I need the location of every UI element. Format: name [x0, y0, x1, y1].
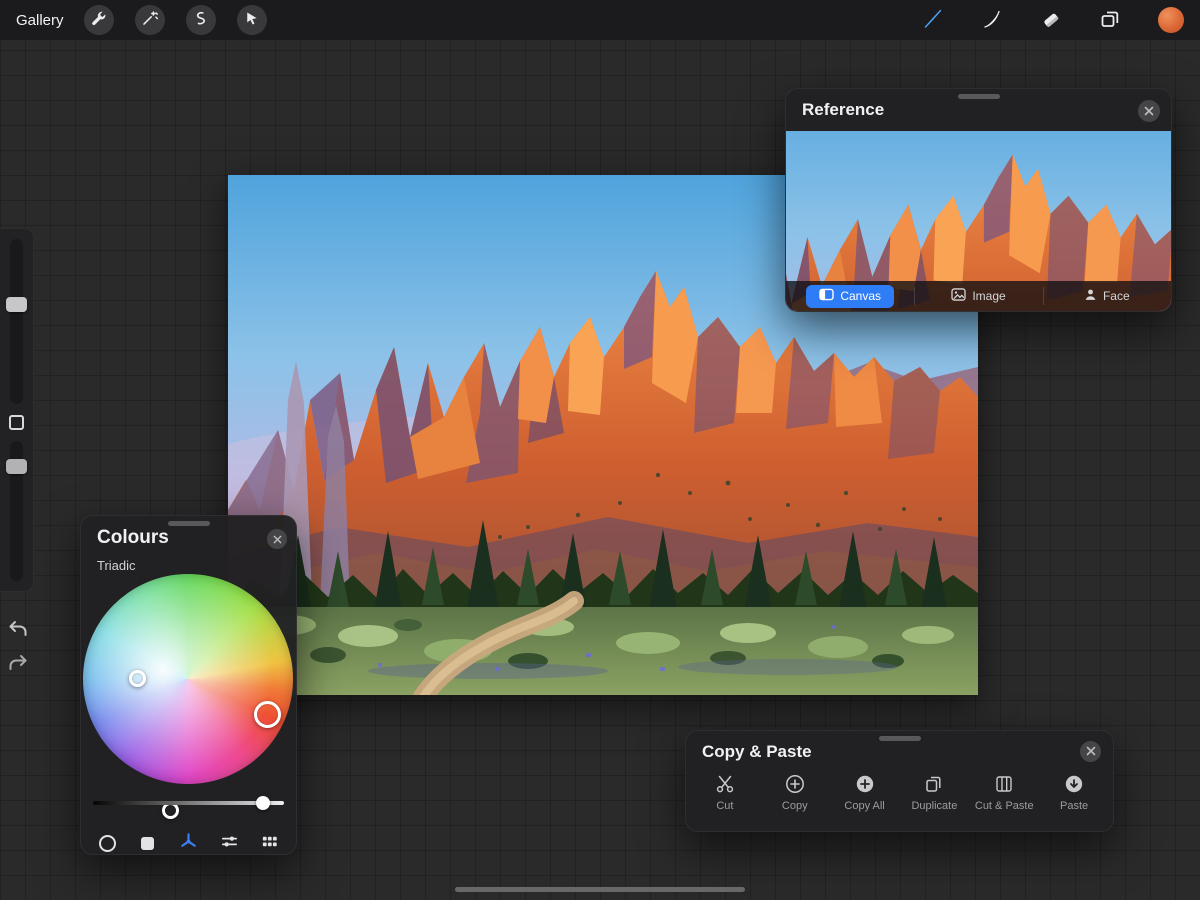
brush-size-slider[interactable] [10, 239, 23, 404]
active-color-swatch [1158, 7, 1184, 33]
copy-all-button[interactable]: Copy All [830, 771, 900, 827]
brush-size-handle[interactable] [6, 297, 27, 312]
harmony-mode-label[interactable]: Triadic [97, 558, 136, 573]
brush-tool-button[interactable] [922, 8, 944, 33]
redo-icon [7, 662, 29, 677]
triadic-color-selector-1[interactable] [129, 670, 146, 687]
copy-all-icon [854, 771, 876, 797]
selection-button[interactable] [186, 5, 216, 35]
cut-label: Cut [716, 800, 733, 812]
copy-paste-panel: Copy & Paste Cut Copy [685, 730, 1114, 832]
selection-s-icon [192, 10, 209, 30]
layers-button[interactable] [1099, 8, 1121, 33]
eraser-tool-button[interactable] [1040, 8, 1062, 33]
close-icon [1086, 744, 1096, 759]
eraser-icon [1040, 8, 1062, 33]
actions-button[interactable] [84, 5, 114, 35]
home-indicator[interactable] [455, 887, 745, 892]
gallery-button[interactable]: Gallery [16, 12, 64, 29]
image-icon [951, 288, 966, 304]
reference-image[interactable]: Canvas Image Face [786, 131, 1171, 311]
brush-icon [922, 8, 944, 33]
color-swatch-button[interactable] [1158, 7, 1184, 33]
smudge-tool-button[interactable] [981, 8, 1003, 33]
undo-button[interactable] [6, 618, 30, 642]
copy-paste-actions: Cut Copy Copy All Duplicate [690, 771, 1109, 827]
copy-paste-title: Copy & Paste [702, 742, 812, 762]
tab-face-label: Face [1103, 289, 1130, 303]
copy-paste-close-button[interactable] [1080, 741, 1101, 762]
scissors-icon [714, 771, 736, 797]
wrench-icon [90, 10, 107, 30]
colours-title: Colours [97, 527, 169, 549]
modify-button[interactable] [9, 415, 24, 430]
duplicate-button[interactable]: Duplicate [899, 771, 969, 827]
color-wheel[interactable] [83, 574, 293, 784]
undo-icon [7, 628, 29, 643]
reference-drag-handle[interactable] [958, 94, 1000, 99]
smudge-icon [981, 8, 1003, 33]
magic-wand-icon [141, 10, 158, 30]
copy-button[interactable]: Copy [760, 771, 830, 827]
cut-and-paste-label: Cut & Paste [975, 800, 1034, 812]
primary-color-selector[interactable] [254, 701, 281, 728]
colours-close-button[interactable] [267, 529, 287, 549]
cut-button[interactable]: Cut [690, 771, 760, 827]
redo-button[interactable] [6, 652, 30, 676]
colours-drag-handle[interactable] [168, 521, 210, 526]
tab-face[interactable]: Face [1043, 281, 1171, 311]
paste-label: Paste [1060, 800, 1088, 812]
reference-title: Reference [802, 100, 884, 120]
mode-value-button[interactable] [216, 830, 242, 856]
transform-arrow-icon [243, 10, 260, 30]
mode-disc-button[interactable] [94, 830, 120, 856]
transform-button[interactable] [237, 5, 267, 35]
mode-palettes-button[interactable] [257, 830, 283, 856]
tab-canvas[interactable]: Canvas [786, 281, 914, 311]
value-sliders-icon [220, 832, 239, 854]
cut-and-paste-button[interactable]: Cut & Paste [969, 771, 1039, 827]
copy-plus-icon [784, 771, 806, 797]
top-toolbar: Gallery [0, 0, 1200, 40]
duplicate-label: Duplicate [911, 800, 957, 812]
harmony-icon [178, 831, 199, 855]
canvas-icon [819, 288, 834, 304]
reference-close-button[interactable] [1138, 100, 1160, 122]
reference-panel: Reference Canvas [785, 88, 1172, 312]
copy-all-label: Copy All [844, 800, 884, 812]
brightness-slider[interactable] [93, 801, 284, 805]
adjustments-button[interactable] [135, 5, 165, 35]
mode-classic-button[interactable] [135, 830, 161, 856]
classic-icon [141, 837, 154, 850]
tab-image-label: Image [972, 289, 1005, 303]
colour-mode-bar [87, 830, 290, 856]
duplicate-icon [923, 771, 945, 797]
mode-harmony-button[interactable] [175, 830, 201, 856]
close-icon [1144, 104, 1154, 119]
brush-sidebar [0, 228, 34, 592]
brush-opacity-handle[interactable] [6, 459, 27, 474]
brightness-slider-knob[interactable] [256, 796, 270, 810]
app-background: Gallery [0, 0, 1200, 900]
disc-icon [99, 835, 116, 852]
paste-icon [1063, 771, 1085, 797]
tab-canvas-label: Canvas [840, 289, 881, 303]
palettes-grid-icon [260, 832, 279, 854]
reference-tab-bar: Canvas Image Face [786, 281, 1171, 311]
colours-panel: Colours Triadic [80, 515, 297, 855]
close-icon [273, 532, 282, 547]
tab-image[interactable]: Image [914, 281, 1042, 311]
layers-icon [1099, 8, 1121, 33]
cut-paste-icon [993, 771, 1015, 797]
copy-label: Copy [782, 800, 808, 812]
paste-button[interactable]: Paste [1039, 771, 1109, 827]
face-icon [1084, 288, 1097, 304]
copy-paste-drag-handle[interactable] [879, 736, 921, 741]
